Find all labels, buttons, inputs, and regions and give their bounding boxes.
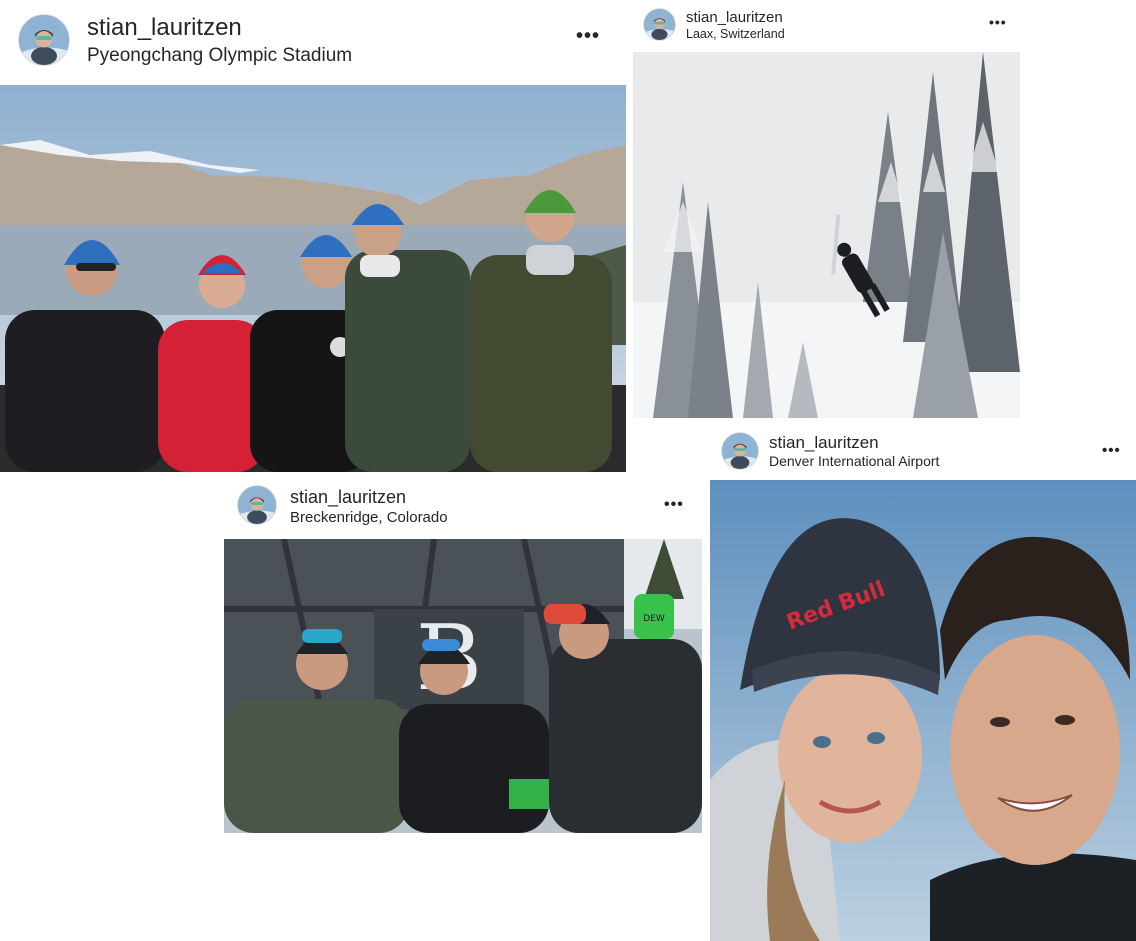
avatar[interactable]: [721, 432, 759, 470]
more-options-icon[interactable]: •••: [1102, 443, 1121, 458]
username-link[interactable]: stian_lauritzen: [769, 433, 879, 453]
username-link[interactable]: stian_lauritzen: [686, 9, 783, 26]
post-card: stian_lauritzen Laax, Switzerland •••: [633, 0, 1023, 420]
more-options-icon[interactable]: •••: [576, 26, 600, 46]
avatar[interactable]: [18, 14, 70, 66]
more-options-icon[interactable]: •••: [664, 497, 684, 513]
more-options-icon[interactable]: •••: [989, 15, 1007, 29]
avatar[interactable]: [643, 8, 676, 41]
post-photo[interactable]: Red Bull: [710, 480, 1136, 941]
post-photo[interactable]: [633, 52, 1020, 418]
glove-brand-label: DEW: [643, 614, 665, 624]
post-card: stian_lauritzen Denver International Air…: [710, 420, 1136, 941]
location-link[interactable]: Breckenridge, Colorado: [290, 509, 448, 526]
post-card: stian_lauritzen Pyeongchang Olympic Stad…: [0, 0, 626, 472]
post-photo[interactable]: [0, 85, 626, 472]
location-link[interactable]: Laax, Switzerland: [686, 27, 785, 41]
post-photo[interactable]: B DEW: [224, 539, 702, 833]
location-link[interactable]: Pyeongchang Olympic Stadium: [87, 45, 352, 67]
location-link[interactable]: Denver International Airport: [769, 453, 939, 469]
username-link[interactable]: stian_lauritzen: [290, 487, 406, 508]
avatar[interactable]: [237, 485, 277, 525]
post-card: stian_lauritzen Breckenridge, Colorado •…: [224, 472, 706, 834]
username-link[interactable]: stian_lauritzen: [87, 14, 242, 42]
